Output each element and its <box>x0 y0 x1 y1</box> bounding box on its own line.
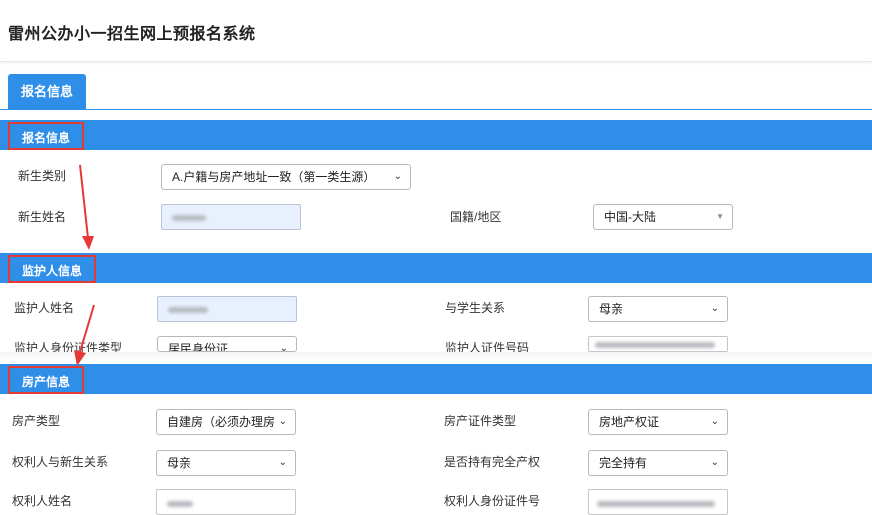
guardian-id-type-select[interactable]: 居民身份证 ⌄ <box>157 336 297 352</box>
redacted-text <box>167 501 193 507</box>
chevron-down-icon: ⌄ <box>279 343 288 352</box>
red-arrow-icon <box>79 164 94 250</box>
owner-relation-value: 母亲 <box>167 456 192 470</box>
section-title-registration: 报名信息 <box>8 122 85 150</box>
panel-divider <box>0 352 872 362</box>
redacted-text <box>595 342 715 348</box>
property-type-select[interactable]: 自建房（必须办理房 ⌄ <box>156 409 296 435</box>
owner-id-label: 权利人身份证件号 <box>444 494 541 508</box>
student-name-label: 新生姓名 <box>18 210 67 224</box>
full-ownership-select[interactable]: 完全持有 ⌄ <box>588 450 728 476</box>
redacted-text <box>597 501 715 507</box>
student-type-label: 新生类别 <box>18 169 67 183</box>
guardian-id-type-value: 居民身份证 <box>168 342 229 352</box>
nationality-value: 中国-大陆 <box>604 210 656 224</box>
chevron-down-icon: ⌄ <box>278 457 287 468</box>
full-ownership-value: 完全持有 <box>599 456 648 470</box>
full-ownership-label: 是否持有完全产权 <box>444 455 541 469</box>
guardian-name-input[interactable] <box>157 296 297 322</box>
section-title-guardian: 监护人信息 <box>8 255 97 283</box>
chevron-down-icon: ⌄ <box>393 171 402 182</box>
owner-relation-select[interactable]: 母亲 ⌄ <box>156 450 296 476</box>
owner-name-label: 权利人姓名 <box>12 494 73 508</box>
guardian-id-number-input[interactable] <box>588 336 728 352</box>
section-header-guardian: 监护人信息 <box>0 253 872 283</box>
property-type-value: 自建房（必须办理房 <box>167 415 276 429</box>
nationality-select[interactable]: 中国-大陆 ▼ <box>593 204 733 230</box>
redacted-text <box>172 215 206 221</box>
chevron-down-icon: ⌄ <box>710 303 719 314</box>
guardian-relation-label: 与学生关系 <box>445 301 506 315</box>
section-title-property: 房产信息 <box>8 366 85 394</box>
property-cert-type-label: 房产证件类型 <box>444 414 517 428</box>
chevron-down-icon: ⌄ <box>710 457 719 468</box>
section-header-property: 房产信息 <box>0 364 872 394</box>
owner-relation-label: 权利人与新生关系 <box>12 455 109 469</box>
page-title: 雷州公办小一招生网上预报名系统 <box>8 26 256 43</box>
guardian-relation-value: 母亲 <box>599 302 624 316</box>
chevron-down-icon: ▼ <box>716 212 724 221</box>
owner-name-input[interactable] <box>156 489 296 515</box>
owner-id-input[interactable] <box>588 489 728 515</box>
tab-bar: 报名信息 <box>0 74 872 110</box>
property-cert-type-value: 房地产权证 <box>599 415 660 429</box>
redacted-text <box>168 307 208 313</box>
chevron-down-icon: ⌄ <box>278 416 287 427</box>
section-header-registration: 报名信息 <box>0 120 872 150</box>
guardian-name-label: 监护人姓名 <box>14 301 75 315</box>
nationality-label: 国籍/地区 <box>450 210 502 224</box>
student-type-value: A.户籍与房产地址一致（第一类生源） <box>172 170 376 184</box>
chevron-down-icon: ⌄ <box>710 416 719 427</box>
property-cert-type-select[interactable]: 房地产权证 ⌄ <box>588 409 728 435</box>
student-name-input[interactable] <box>161 204 301 230</box>
guardian-relation-select[interactable]: 母亲 ⌄ <box>588 296 728 322</box>
student-type-select[interactable]: A.户籍与房产地址一致（第一类生源） ⌄ <box>161 164 411 190</box>
app-header: 雷州公办小一招生网上预报名系统 <box>0 0 872 62</box>
property-type-label: 房产类型 <box>12 414 61 428</box>
tab-registration-info[interactable]: 报名信息 <box>8 74 86 110</box>
